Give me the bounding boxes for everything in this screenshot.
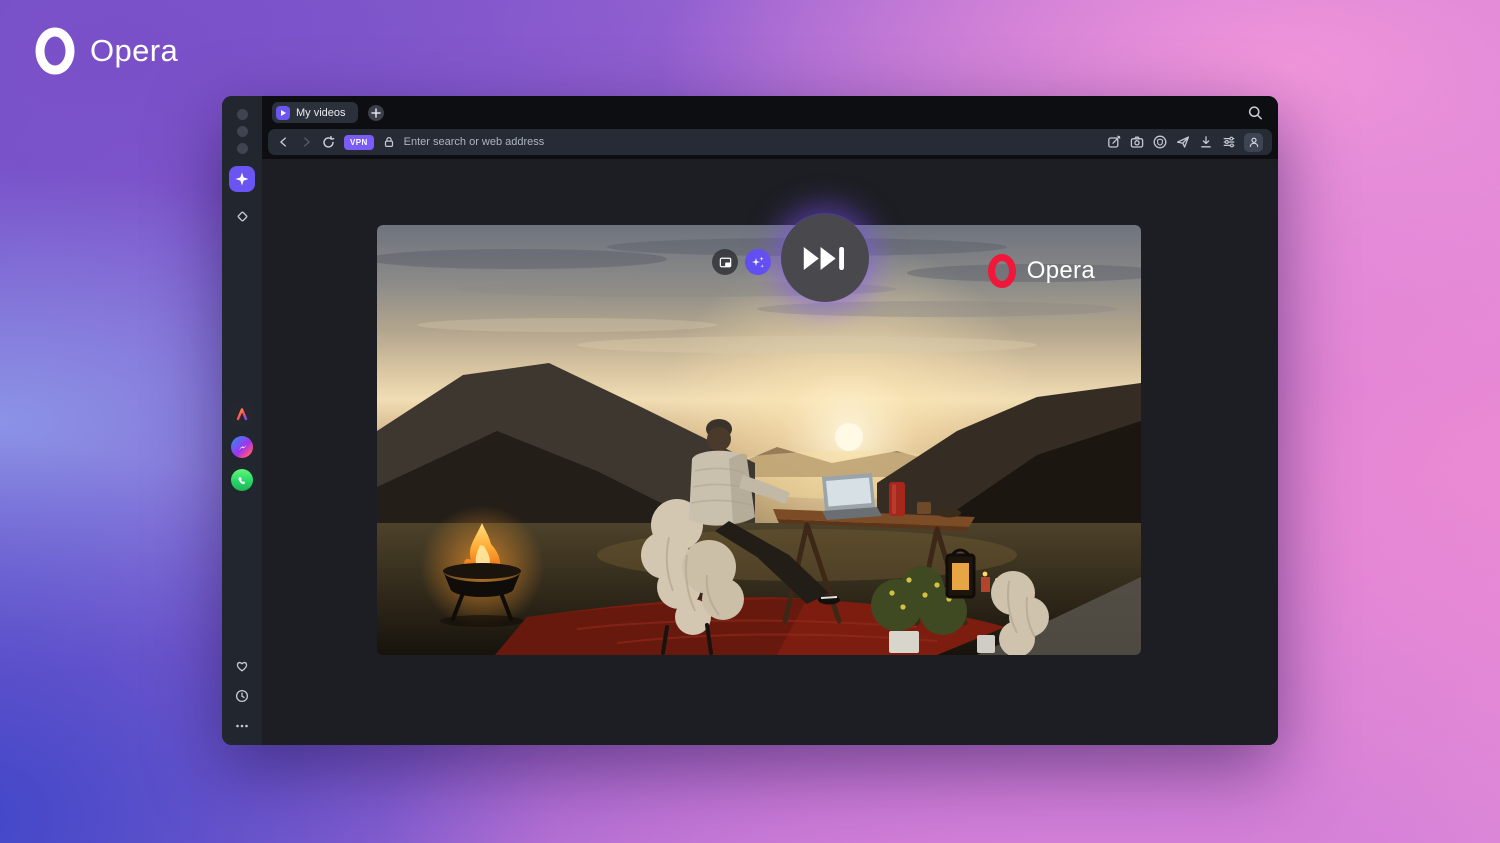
sidebar-bottom-group — [233, 657, 251, 735]
ai-highlights-button[interactable] — [745, 249, 771, 275]
workspace-active-button[interactable] — [229, 166, 255, 192]
favorites-button[interactable] — [233, 657, 251, 675]
lock-icon — [384, 137, 393, 147]
video-play-favicon — [276, 105, 290, 120]
sliders-icon — [1223, 136, 1235, 148]
vpn-badge[interactable]: VPN — [344, 134, 374, 150]
video-scene — [377, 225, 1141, 655]
ellipsis-icon — [236, 724, 248, 728]
snapshot-edit-button[interactable] — [1106, 134, 1122, 150]
whatsapp-button[interactable] — [230, 468, 254, 492]
easy-setup-button[interactable] — [1221, 134, 1237, 150]
sidebar-placeholder-dot[interactable] — [236, 143, 248, 154]
heart-icon — [236, 661, 248, 672]
tab-my-videos[interactable]: My videos — [272, 102, 358, 123]
video-region: Opera — [377, 214, 1141, 655]
tab-label: My videos — [296, 106, 346, 119]
search-icon — [1248, 105, 1262, 119]
messenger-button[interactable] — [230, 435, 254, 459]
download-icon — [1201, 136, 1211, 148]
profile-button[interactable] — [1244, 132, 1263, 152]
camera-icon — [1130, 136, 1144, 148]
messenger-icon — [231, 436, 253, 458]
downloads-button[interactable] — [1198, 134, 1214, 150]
sidebar — [222, 96, 262, 745]
clock-icon — [235, 689, 249, 703]
back-arrow-icon — [280, 137, 286, 147]
sidebar-more-button[interactable] — [233, 717, 251, 735]
toolbar-right-icons — [1106, 132, 1263, 152]
pip-icon — [719, 257, 731, 267]
skip-forward-icon — [803, 246, 845, 270]
site-security-button[interactable] — [382, 135, 396, 149]
diamond-icon — [237, 211, 247, 221]
new-tab-button[interactable] — [367, 104, 384, 121]
opera-hero-logo: Opera — [32, 26, 178, 76]
reload-button[interactable] — [321, 135, 336, 150]
opera-o-red-icon — [987, 254, 1016, 288]
skip-to-end-button[interactable] — [781, 214, 869, 302]
workspace-diamond-button[interactable] — [229, 208, 255, 224]
page-content: Opera — [262, 159, 1278, 745]
sidebar-messenger-group — [230, 402, 254, 492]
plus-icon — [370, 107, 381, 118]
sparkles-icon — [752, 256, 764, 268]
whatsapp-icon — [231, 469, 253, 491]
four-point-star-icon — [235, 172, 249, 186]
watermark-text: Opera — [1026, 257, 1095, 284]
opera-o-icon — [35, 27, 75, 75]
sidebar-placeholder-dot[interactable] — [236, 126, 248, 137]
picture-in-picture-button[interactable] — [712, 249, 738, 275]
tab-strip: My videos — [262, 96, 1278, 129]
forward-arrow-icon — [304, 137, 310, 147]
browser-window: My videos VPN Enter search or web addres… — [222, 96, 1278, 745]
sidebar-placeholder-dot[interactable] — [236, 109, 248, 120]
back-button[interactable] — [277, 135, 291, 149]
sidebar-dot-group — [236, 109, 248, 154]
forward-button[interactable] — [299, 135, 313, 149]
edit-icon — [1108, 135, 1121, 148]
shield-badge-button[interactable] — [1152, 134, 1168, 150]
camera-button[interactable] — [1129, 134, 1145, 150]
aria-ai-button[interactable] — [230, 402, 254, 426]
shield-icon — [1153, 135, 1167, 149]
person-icon — [1249, 137, 1258, 148]
paper-plane-icon — [1176, 136, 1190, 148]
flow-send-button[interactable] — [1175, 134, 1191, 150]
address-input[interactable] — [403, 136, 1098, 148]
video-player[interactable] — [377, 225, 1141, 655]
video-watermark: Opera — [986, 253, 1095, 289]
opera-wordmark: Opera — [90, 33, 179, 68]
browser-main: My videos VPN Enter search or web addres… — [262, 96, 1278, 745]
address-toolbar: VPN — [268, 129, 1272, 155]
reload-icon — [323, 135, 335, 148]
aria-icon — [230, 402, 254, 426]
history-button[interactable] — [233, 687, 251, 705]
tab-search-button[interactable] — [1247, 104, 1264, 121]
